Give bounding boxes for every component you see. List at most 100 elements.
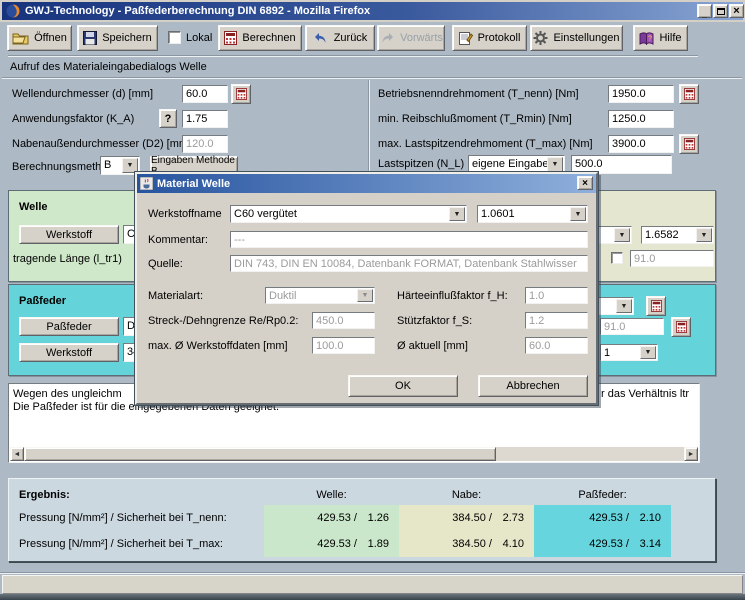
message-line1-right: r das Verhältnis ltr [601, 388, 689, 400]
passfeder-norm-calc-button[interactable] [646, 296, 666, 316]
calculator-icon [651, 300, 662, 312]
forward-button[interactable]: Vorwärts [377, 25, 445, 51]
passfeder-werkstoff-button[interactable]: Werkstoff [19, 343, 119, 362]
passfeder-anzahl-select[interactable]: 1 ▼ [600, 344, 658, 361]
lokal-label: Lokal [186, 32, 212, 44]
chevron-down-icon[interactable]: ▼ [696, 228, 712, 242]
dialog-title: Material Welle [157, 178, 230, 190]
lastspitzendrehmoment-calc-button[interactable] [679, 134, 699, 154]
ergebnis-panel: Ergebnis: Welle: Nabe: Paßfeder: Pressun… [8, 478, 716, 562]
werkstoffname-label: Werkstoffname [148, 208, 222, 220]
passfeder-laenge-field: 91.0 [600, 318, 664, 335]
chevron-down-icon[interactable]: ▼ [449, 207, 465, 221]
quelle-field: DIN 743, DIN EN 10084, Datenbank FORMAT,… [230, 255, 588, 272]
scroll-right-icon[interactable]: ► [684, 447, 698, 461]
kommentar-field: --- [230, 231, 588, 248]
nabenaussendurchmesser-field: 120.0 [182, 135, 228, 153]
max-durchmesser-field: 100.0 [312, 337, 375, 354]
open-button[interactable]: Öffnen [7, 25, 72, 51]
passfeder-laenge-calc-button[interactable] [671, 317, 691, 337]
undo-icon [313, 31, 329, 45]
ergebnis-row-label: Pressung [N/mm²] / Sicherheit bei T_nenn… [19, 512, 227, 524]
window-title: GWJ-Technology - Paßfederberechnung DIN … [25, 5, 370, 17]
streckgrenze-field: 450.0 [312, 312, 375, 329]
horizontal-scrollbar[interactable]: ◄ ► [10, 447, 698, 461]
ergebnis-col-welle: Welle: [264, 489, 399, 501]
browser-status-bar [2, 575, 743, 594]
calculator-icon [676, 321, 687, 333]
calculate-button[interactable]: Berechnen [218, 25, 302, 51]
close-button[interactable]: × [729, 4, 744, 18]
ergebnis-col-passfeder: Paßfeder: [534, 489, 671, 501]
werkstoffname-select[interactable]: C60 vergütet ▼ [230, 205, 467, 223]
stuetzfaktor-label: Stützfaktor f_S: [397, 315, 472, 327]
ergebnis-nabe-cell: 384.50 /2.73 384.50 /4.10 [399, 505, 534, 557]
svg-text:?: ? [648, 35, 652, 42]
anwendungsfaktor-label: Anwendungsfaktor (K_A) [12, 113, 134, 125]
betriebsnenndrehmoment-label: Betriebsnenndrehmoment (T_nenn) [Nm] [378, 88, 579, 100]
lastspitzendrehmoment-label: max. Lastspitzendrehmoment (T_max) [Nm] [378, 138, 593, 150]
reibschlussmoment-field[interactable]: 1250.0 [608, 110, 674, 128]
materialart-select: Duktil ▼ [265, 287, 375, 304]
reibschlussmoment-label: min. Reibschlußmoment (T_Rmin) [Nm] [378, 113, 572, 125]
betriebsnenndrehmoment-calc-button[interactable] [679, 84, 699, 104]
settings-button[interactable]: Einstellungen [530, 25, 623, 51]
scroll-left-icon[interactable]: ◄ [10, 447, 24, 461]
maximize-button[interactable] [713, 4, 728, 18]
back-button[interactable]: Zurück [305, 25, 375, 51]
chevron-down-icon: ▼ [357, 289, 373, 302]
stuetzfaktor-field: 1.2 [525, 312, 588, 329]
protocol-button[interactable]: Protokoll [452, 25, 527, 51]
lokal-checkbox[interactable] [168, 31, 181, 44]
wellendurchmesser-field[interactable]: 60.0 [182, 85, 228, 103]
bottom-divider [0, 572, 745, 574]
ergebnis-row-label: Pressung [N/mm²] / Sicherheit bei T_max: [19, 538, 223, 550]
column-divider [368, 80, 370, 175]
gear-icon [533, 31, 548, 45]
dialog-titlebar[interactable]: Material Welle × [137, 174, 596, 193]
nabe-tragende-laenge-field: 91.0 [630, 250, 714, 267]
aktuell-durchmesser-field: 60.0 [525, 337, 588, 354]
werkstoffnummer-select[interactable]: 1.0601 ▼ [477, 205, 588, 223]
chevron-down-icon[interactable]: ▼ [640, 346, 656, 359]
help-button[interactable]: ? Hilfe [633, 25, 688, 51]
aktuell-durchmesser-label: Ø aktuell [mm] [397, 340, 468, 352]
chevron-down-icon[interactable]: ▼ [570, 207, 586, 221]
scrollbar-thumb[interactable] [24, 447, 496, 461]
wellendurchmesser-calc-button[interactable] [231, 84, 251, 104]
chevron-down-icon[interactable]: ▼ [547, 157, 563, 172]
dialog-close-button[interactable]: × [577, 176, 593, 190]
status-line: Aufruf des Materialeingabedialogs Welle [10, 61, 207, 73]
java-icon [140, 177, 153, 190]
berechnungsmethode-select[interactable]: B ▼ [100, 156, 140, 175]
streckgrenze-label: Streck-/Dehngrenze Re/Rp0.2: [148, 315, 298, 327]
save-button[interactable]: Speichern [77, 25, 158, 51]
message-line1-left: Wegen des ungleichm [13, 388, 122, 400]
passfeder-button[interactable]: Paßfeder [19, 317, 119, 336]
anwendungsfaktor-help-button[interactable]: ? [159, 109, 177, 128]
nabenaussendurchmesser-label: Nabenaußendurchmesser (D2) [mm] [12, 138, 191, 150]
haerteeinflussfaktor-field: 1.0 [525, 287, 588, 304]
max-durchmesser-label: max. Ø Werkstoffdaten [mm] [148, 340, 288, 352]
cancel-button[interactable]: Abbrechen [478, 375, 588, 397]
calculator-icon [224, 31, 237, 45]
lastspitzen-label: Lastspitzen (N_L) [378, 158, 464, 170]
calculator-icon [236, 88, 247, 100]
floppy-icon [83, 31, 97, 45]
wellendurchmesser-label: Wellendurchmesser (d) [mm] [12, 88, 153, 100]
anwendungsfaktor-field[interactable]: 1.75 [182, 110, 228, 128]
betriebsnenndrehmoment-field[interactable]: 1950.0 [608, 85, 674, 103]
status-divider [2, 77, 742, 79]
lastspitzendrehmoment-field[interactable]: 3900.0 [608, 135, 674, 153]
chevron-down-icon[interactable]: ▼ [614, 228, 630, 242]
chevron-down-icon[interactable]: ▼ [616, 299, 632, 313]
nabe-werkstoffnummer-select[interactable]: 1.6582 ▼ [641, 226, 714, 244]
chevron-down-icon[interactable]: ▼ [122, 158, 138, 173]
nabe-tragende-laenge-checkbox[interactable] [611, 252, 623, 264]
ergebnis-title: Ergebnis: [19, 489, 70, 501]
calculator-icon [684, 88, 695, 100]
ok-button[interactable]: OK [348, 375, 458, 397]
welle-werkstoff-button[interactable]: Werkstoff [19, 225, 119, 244]
passfeder-title: Paßfeder [19, 295, 66, 307]
minimize-button[interactable]: _ [697, 4, 712, 18]
